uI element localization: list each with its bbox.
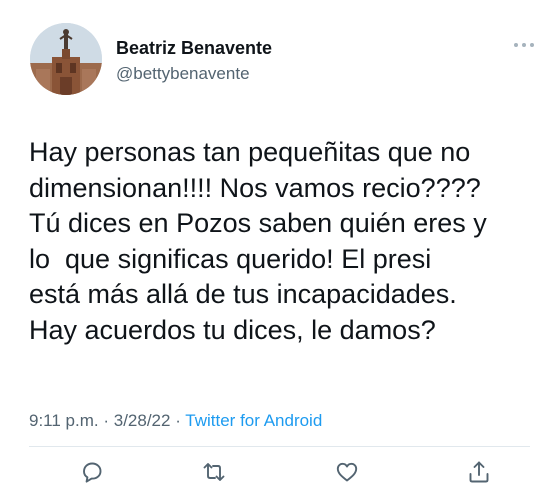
tweet-time[interactable]: 9:11 p.m. [29,411,99,430]
meta-separator: · [170,411,186,430]
tweet-source-link[interactable]: Twitter for Android [185,411,322,430]
divider [29,446,530,447]
avatar[interactable] [30,23,102,95]
more-options-icon[interactable] [513,40,535,50]
tweet-text: Hay personas tan pequeñitas que no dimen… [29,135,534,348]
tweet-meta: 9:11 p.m. · 3/28/22 · Twitter for Androi… [29,411,322,431]
share-button[interactable] [466,459,492,485]
tweet-card: Beatriz Benavente @bettybenavente Hay pe… [0,0,551,499]
author-display-name[interactable]: Beatriz Benavente [116,38,272,59]
author-handle[interactable]: @bettybenavente [116,64,250,84]
reply-button[interactable] [79,459,105,485]
tweet-text-line: lo que significas querido! El presi [29,243,432,274]
retweet-button[interactable] [201,459,227,485]
tweet-text-line: dimensionan!!!! Nos vamos recio???? [29,172,481,203]
tweet-text-line: Tú dices en Pozos saben quién eres y [29,208,487,238]
tweet-date[interactable]: 3/28/22 [114,411,171,430]
tweet-text-line: Hay acuerdos tu dices, le damos? [29,314,436,345]
reply-icon [83,462,102,483]
tweet-text-line: está más allá de tus incapacidades. [29,279,457,309]
avatar-image [30,23,102,95]
retweet-icon [203,463,225,481]
meta-separator: · [98,411,114,430]
share-icon [469,461,489,483]
heart-icon [336,462,358,482]
like-button[interactable] [334,459,360,485]
tweet-text-line: Hay personas tan pequeñitas que no [29,137,471,167]
